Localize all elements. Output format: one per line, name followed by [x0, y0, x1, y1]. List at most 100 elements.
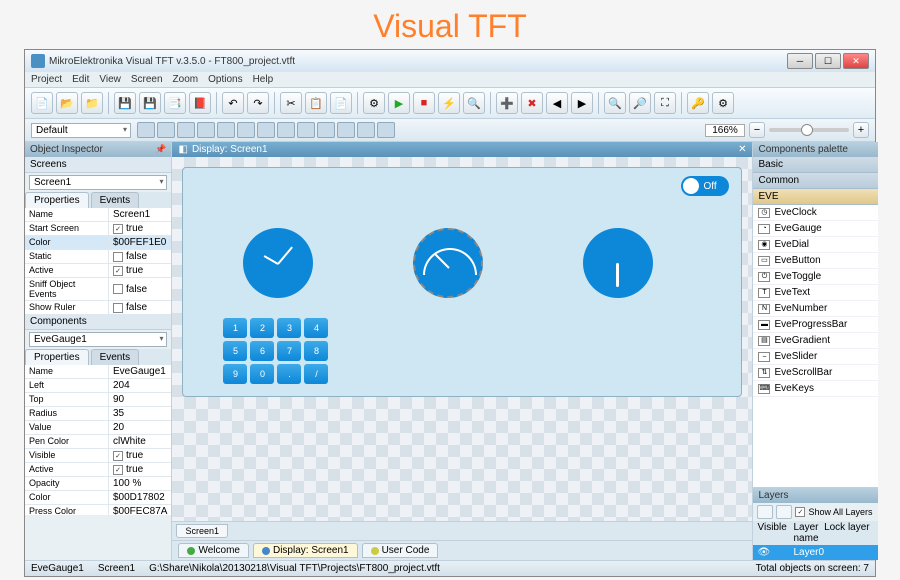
stop-icon[interactable]: ■ [413, 92, 435, 114]
delete-screen-icon[interactable]: ✖ [521, 92, 543, 114]
options-icon[interactable]: ⚙ [712, 92, 734, 114]
prop-row[interactable]: Staticfalse [25, 250, 171, 264]
align-bottom-icon[interactable] [237, 122, 255, 138]
menu-screen[interactable]: Screen [131, 74, 163, 85]
prop-row[interactable]: Press Color$00FEC87A [25, 505, 171, 515]
prop-row[interactable]: Pen ColorclWhite [25, 435, 171, 449]
menu-zoom[interactable]: Zoom [173, 74, 199, 85]
next-icon[interactable]: ▶ [571, 92, 593, 114]
del-layer-icon[interactable] [776, 505, 792, 519]
settings-icon[interactable]: ⚙ [363, 92, 385, 114]
align-center-icon[interactable] [157, 122, 175, 138]
zoom-out-icon[interactable]: 🔎 [629, 92, 651, 114]
tab-events[interactable]: Events [91, 192, 140, 208]
keypad-key[interactable]: 7 [277, 341, 301, 361]
palette-item[interactable]: ◔EveGauge [753, 221, 878, 237]
minimize-button[interactable]: ─ [787, 53, 813, 69]
layer-row[interactable]: 👁 Layer0 [753, 545, 878, 560]
tab-properties-2[interactable]: Properties [25, 349, 89, 365]
canvas-area[interactable]: Off 1234567890./ [172, 157, 752, 521]
screen-tab[interactable]: Screen1 [176, 524, 228, 538]
align-top-icon[interactable] [197, 122, 215, 138]
show-all-check[interactable] [795, 507, 805, 517]
same-height-icon[interactable] [317, 122, 335, 138]
build-icon[interactable]: ▶ [388, 92, 410, 114]
prop-row[interactable]: Opacity100 % [25, 477, 171, 491]
keypad-key[interactable]: 6 [250, 341, 274, 361]
center-v-icon[interactable] [377, 122, 395, 138]
redo-icon[interactable]: ↷ [247, 92, 269, 114]
prop-row[interactable]: Value20 [25, 421, 171, 435]
canvas-close-icon[interactable]: ✕ [738, 144, 746, 155]
close-button[interactable]: ✕ [843, 53, 869, 69]
layers-header[interactable]: Layers [753, 488, 878, 503]
prop-row[interactable]: Activetrue [25, 264, 171, 278]
zoom-fit-icon[interactable]: ⛶ [654, 92, 676, 114]
prop-row[interactable]: NameEveGauge1 [25, 365, 171, 379]
screen-combo[interactable]: Screen1 [29, 175, 167, 190]
zoom-plus-icon[interactable]: + [853, 122, 869, 138]
eve-clock[interactable] [243, 228, 313, 298]
keypad-key[interactable]: 9 [223, 364, 247, 384]
prop-row[interactable]: Color$00FEF1E0 [25, 236, 171, 250]
titlebar[interactable]: MikroElektronika Visual TFT v.3.5.0 - FT… [25, 50, 875, 72]
align-left-icon[interactable] [137, 122, 155, 138]
keypad-key[interactable]: 5 [223, 341, 247, 361]
open-icon[interactable]: 📂 [56, 92, 78, 114]
generate-icon[interactable]: ⚡ [438, 92, 460, 114]
add-screen-icon[interactable]: ➕ [496, 92, 518, 114]
close-project-icon[interactable]: 📕 [189, 92, 211, 114]
keypad-key[interactable]: . [277, 364, 301, 384]
paste-icon[interactable]: 📄 [330, 92, 352, 114]
dist-v-icon[interactable] [277, 122, 295, 138]
keypad-key[interactable]: 8 [304, 341, 328, 361]
palette-item[interactable]: ⎯EveSlider [753, 349, 878, 365]
menu-view[interactable]: View [99, 74, 121, 85]
inspector-header[interactable]: Object Inspector📌 [25, 142, 171, 157]
palette-item[interactable]: ▬EveProgressBar [753, 317, 878, 333]
screen-surface[interactable]: Off 1234567890./ [182, 167, 742, 397]
nav-display[interactable]: Display: Screen1 [253, 543, 358, 558]
tab-properties[interactable]: Properties [25, 192, 89, 208]
prop-row[interactable]: Start Screentrue [25, 222, 171, 236]
same-width-icon[interactable] [297, 122, 315, 138]
palette-item[interactable]: ▤EveGradient [753, 333, 878, 349]
component-props-grid[interactable]: NameEveGauge1Left204Top90Radius35Value20… [25, 365, 171, 515]
save-all-icon[interactable]: 💾 [139, 92, 161, 114]
canvas-header[interactable]: ◧ Display: Screen1✕ [172, 142, 752, 157]
keypad-key[interactable]: 3 [277, 318, 301, 338]
maximize-button[interactable]: ☐ [815, 53, 841, 69]
cat-common[interactable]: Common [753, 173, 878, 189]
align-middle-icon[interactable] [217, 122, 235, 138]
zoom-input[interactable] [705, 124, 745, 137]
dist-h-icon[interactable] [257, 122, 275, 138]
component-combo[interactable]: EveGauge1 [29, 332, 167, 347]
zoom-minus-icon[interactable]: − [749, 122, 765, 138]
open-project-icon[interactable]: 📁 [81, 92, 103, 114]
same-size-icon[interactable] [337, 122, 355, 138]
menu-project[interactable]: Project [31, 74, 62, 85]
menu-edit[interactable]: Edit [72, 74, 89, 85]
cat-basic[interactable]: Basic [753, 157, 878, 173]
center-h-icon[interactable] [357, 122, 375, 138]
prop-row[interactable]: Sniff Object Eventsfalse [25, 278, 171, 301]
pin-icon[interactable]: 📌 [155, 144, 166, 155]
new-icon[interactable]: 📄 [31, 92, 53, 114]
keypad-key[interactable]: / [304, 364, 328, 384]
prop-row[interactable]: Left204 [25, 379, 171, 393]
nav-welcome[interactable]: Welcome [178, 543, 249, 558]
cat-eve[interactable]: EVE [753, 189, 878, 205]
tab-events-2[interactable]: Events [91, 349, 140, 365]
zoom-slider[interactable] [769, 128, 849, 132]
keypad-key[interactable]: 2 [250, 318, 274, 338]
copy-icon[interactable]: 📋 [305, 92, 327, 114]
prev-icon[interactable]: ◀ [546, 92, 568, 114]
palette-item[interactable]: NEveNumber [753, 301, 878, 317]
eve-dial[interactable] [583, 228, 653, 298]
eve-gauge-selected[interactable] [413, 228, 483, 298]
zoom-in-icon[interactable]: 🔍 [604, 92, 626, 114]
palette-header[interactable]: Components palette [753, 142, 878, 157]
palette-item[interactable]: ⏻EveToggle [753, 269, 878, 285]
cut-icon[interactable]: ✂ [280, 92, 302, 114]
prop-row[interactable]: Color$00D17802 [25, 491, 171, 505]
